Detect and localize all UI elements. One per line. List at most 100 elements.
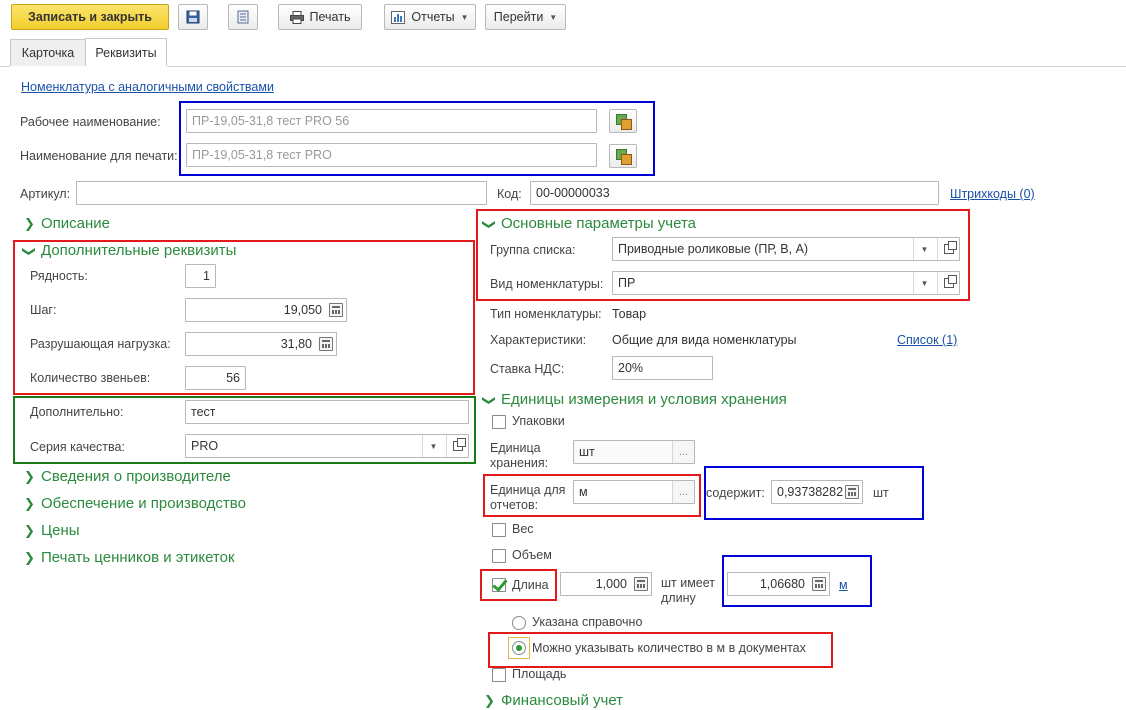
article-input[interactable] xyxy=(76,181,487,205)
supply-section[interactable]: ❯ Обеспечение и производство xyxy=(24,495,246,512)
open-icon[interactable] xyxy=(937,238,959,260)
description-section[interactable]: ❯ Описание xyxy=(24,215,110,232)
supply-title: Обеспечение и производство xyxy=(41,495,246,512)
open-icon[interactable] xyxy=(446,435,468,457)
links-count-input[interactable]: 56 xyxy=(185,366,246,390)
rows-input[interactable]: 1 xyxy=(185,264,216,288)
pitch-label: Шаг: xyxy=(30,303,57,317)
chevron-down-icon[interactable]: ▼ xyxy=(913,272,935,294)
contains-input[interactable]: 0,93738282 xyxy=(771,480,863,504)
units-section[interactable]: ❯ Единицы измерения и условия хранения xyxy=(482,391,787,408)
reports-button[interactable]: Отчеты ▼ xyxy=(384,4,476,30)
calculator-icon[interactable] xyxy=(812,577,826,591)
nomenclature-kind-select[interactable]: ПР ▼ xyxy=(612,271,960,295)
save-and-close-button[interactable]: Записать и закрыть xyxy=(11,4,169,30)
finance-title: Финансовый учет xyxy=(501,692,624,709)
copy-work-name-button[interactable] xyxy=(609,109,637,133)
document-list-button[interactable] xyxy=(228,4,258,30)
packages-label: Упаковки xyxy=(512,414,565,428)
area-label: Площадь xyxy=(512,667,567,681)
length-label: Длина xyxy=(512,578,549,592)
volume-checkbox[interactable] xyxy=(492,549,506,563)
length-value: 1,000 xyxy=(595,577,627,591)
tab-requisites[interactable]: Реквизиты xyxy=(85,38,167,66)
barcodes-link[interactable]: Штрихкоды (0) xyxy=(950,187,1035,201)
work-name-field[interactable]: ПР-19,05-31,8 тест PRO 56 xyxy=(186,109,597,133)
contains-label: содержит: xyxy=(706,486,765,500)
work-name-label: Рабочее наименование: xyxy=(20,115,161,129)
weight-checkbox[interactable] xyxy=(492,523,506,537)
list-group-select[interactable]: Приводные роликовые (ПР, В, А) ▼ xyxy=(612,237,960,261)
additional-label: Дополнительно: xyxy=(30,405,124,419)
reports-label: Отчеты xyxy=(411,10,455,24)
storage-unit-label-line1: Единица xyxy=(490,441,541,455)
has-length-line2: длину xyxy=(661,591,696,605)
report-unit-label-line2: отчетов: xyxy=(490,498,539,512)
has-length-line1: шт имеет xyxy=(661,576,716,590)
length-per-unit-input[interactable]: 1,06680 xyxy=(727,572,830,596)
characteristics-label: Характеристики: xyxy=(490,333,587,347)
load-label: Разрушающая нагрузка: xyxy=(30,337,171,351)
length-unit-link[interactable]: м xyxy=(839,578,848,592)
chevron-right-icon: ❯ xyxy=(484,692,495,708)
has-length-label: шт имеет длину xyxy=(661,576,715,606)
report-unit-label: Единица для отчетов: xyxy=(490,483,565,513)
calculator-icon[interactable] xyxy=(845,485,859,499)
calculator-icon[interactable] xyxy=(634,577,648,591)
similar-nomenclature-link[interactable]: Номенклатура с аналогичными свойствами xyxy=(21,80,274,94)
docs-radio[interactable] xyxy=(512,641,526,655)
copy-print-name-button[interactable] xyxy=(609,144,637,168)
print-name-label: Наименование для печати: xyxy=(20,149,178,163)
characteristics-list-link[interactable]: Список (1) xyxy=(897,333,957,347)
prices-section[interactable]: ❯ Цены xyxy=(24,522,80,539)
length-input[interactable]: 1,000 xyxy=(560,572,652,596)
print-button[interactable]: Печать xyxy=(278,4,362,30)
finance-section[interactable]: ❯ Финансовый учет xyxy=(484,692,623,709)
tab-card[interactable]: Карточка xyxy=(10,39,86,66)
code-input[interactable]: 00-00000033 xyxy=(530,181,939,205)
ellipsis-icon[interactable]: ... xyxy=(672,441,694,463)
characteristics-value: Общие для вида номенклатуры xyxy=(612,333,797,347)
pitch-input[interactable]: 19,050 xyxy=(185,298,347,322)
report-unit-value: м xyxy=(579,485,588,499)
quality-series-value: PRO xyxy=(191,439,219,453)
chevron-down-icon[interactable]: ▼ xyxy=(913,238,935,260)
extra-props-section[interactable]: ❯ Дополнительные реквизиты xyxy=(22,242,236,259)
print-label: Печать xyxy=(309,10,351,24)
ellipsis-icon[interactable]: ... xyxy=(672,481,694,503)
goto-button[interactable]: Перейти ▼ xyxy=(485,4,566,30)
quality-series-select[interactable]: PRO ▼ xyxy=(185,434,469,458)
print-name-field[interactable]: ПР-19,05-31,8 тест PRO xyxy=(186,143,597,167)
main-params-section[interactable]: ❯ Основные параметры учета xyxy=(482,215,696,232)
load-input[interactable]: 31,80 xyxy=(185,332,337,356)
storage-unit-input[interactable]: шт ... xyxy=(573,440,695,464)
additional-input[interactable]: тест xyxy=(185,400,469,424)
copy-icon xyxy=(616,149,632,165)
vat-rate-input[interactable]: 20% xyxy=(612,356,713,380)
open-icon[interactable] xyxy=(937,272,959,294)
price-tags-section[interactable]: ❯ Печать ценников и этикеток xyxy=(24,549,235,566)
calculator-icon[interactable] xyxy=(329,303,343,317)
length-checkbox[interactable] xyxy=(492,578,506,592)
manufacturer-section[interactable]: ❯ Сведения о производителе xyxy=(24,468,231,485)
volume-label: Объем xyxy=(512,548,552,562)
report-unit-input[interactable]: м ... xyxy=(573,480,695,504)
reference-radio[interactable] xyxy=(512,616,526,630)
work-name-value: ПР-19,05-31,8 тест PRO 56 xyxy=(192,114,350,128)
calculator-icon[interactable] xyxy=(319,337,333,351)
rows-label: Рядность: xyxy=(30,269,88,283)
rows-value: 1 xyxy=(203,269,210,283)
save-button[interactable] xyxy=(178,4,208,30)
area-checkbox[interactable] xyxy=(492,668,506,682)
tab-divider-left xyxy=(0,66,10,67)
links-count-value: 56 xyxy=(226,371,240,385)
document-icon xyxy=(237,10,249,24)
nomenclature-type-value: Товар xyxy=(612,307,647,321)
manufacturer-title: Сведения о производителе xyxy=(41,468,231,485)
packages-checkbox[interactable] xyxy=(492,415,506,429)
chevron-down-icon[interactable]: ▼ xyxy=(422,435,444,457)
nomenclature-kind-label: Вид номенклатуры: xyxy=(490,277,604,291)
print-name-value: ПР-19,05-31,8 тест PRO xyxy=(192,148,332,162)
storage-unit-label: Единица хранения: xyxy=(490,441,548,471)
tab-requisites-label: Реквизиты xyxy=(95,45,157,60)
